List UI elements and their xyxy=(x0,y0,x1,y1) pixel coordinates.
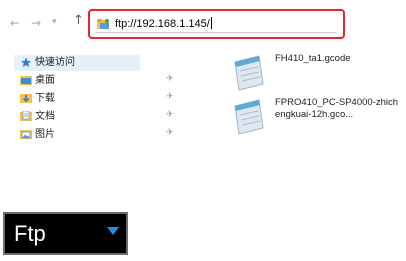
sidebar-item-downloads[interactable]: 下载 ✈ xyxy=(20,91,180,107)
sidebar-item-label: 图片 xyxy=(35,129,55,140)
text-caret xyxy=(210,17,212,29)
sidebar-item-label: 快速访问 xyxy=(35,57,75,68)
file-name: FH410_ta1.gcode xyxy=(275,53,351,64)
pin-icon[interactable]: ✈ xyxy=(166,74,174,84)
notepad-file-icon xyxy=(234,55,264,91)
connection-type-dropdown[interactable]: Ftp xyxy=(3,212,128,255)
sidebar-item-quick-access[interactable]: 快速访问 xyxy=(14,55,140,71)
sidebar-item-desktop[interactable]: 桌面 ✈ xyxy=(20,73,180,89)
ftp-location-icon xyxy=(97,19,109,29)
sidebar-item-label: 下载 xyxy=(35,93,55,104)
pin-icon[interactable]: ✈ xyxy=(166,92,174,102)
pin-icon[interactable]: ✈ xyxy=(166,128,174,138)
recent-locations-chevron-icon[interactable]: ▾ xyxy=(52,16,57,28)
chevron-down-icon xyxy=(107,227,119,235)
notepad-file-icon xyxy=(234,99,264,135)
address-input[interactable]: ftp://192.168.1.145/ xyxy=(115,17,212,31)
address-bar[interactable]: ftp://192.168.1.145/ xyxy=(96,17,336,33)
sidebar-item-label: 文档 xyxy=(35,111,55,122)
sidebar-item-label: 桌面 xyxy=(35,75,55,86)
back-arrow-icon[interactable]: ← xyxy=(10,17,20,29)
pin-icon[interactable]: ✈ xyxy=(166,110,174,120)
sidebar-item-pictures[interactable]: 图片 ✈ xyxy=(20,127,180,143)
forward-arrow-icon[interactable]: → xyxy=(31,17,41,29)
desktop-folder-icon xyxy=(20,76,32,85)
file-name: FPRO410_PC-SP4000-zhichengkuai-12h.gco..… xyxy=(275,97,399,120)
sidebar-item-documents[interactable]: 文档 ✈ xyxy=(20,109,180,125)
pictures-folder-icon xyxy=(20,130,32,139)
dropdown-value: Ftp xyxy=(14,221,46,246)
download-folder-icon xyxy=(20,94,32,103)
documents-folder-icon xyxy=(20,111,32,121)
address-bar-highlight: ftp://192.168.1.145/ xyxy=(88,9,345,39)
up-arrow-icon[interactable]: ↑ xyxy=(73,14,84,27)
explorer-toolbar: ← → ▾ ↑ ftp://192.168.1.145/ xyxy=(0,0,406,48)
star-icon xyxy=(20,57,32,68)
